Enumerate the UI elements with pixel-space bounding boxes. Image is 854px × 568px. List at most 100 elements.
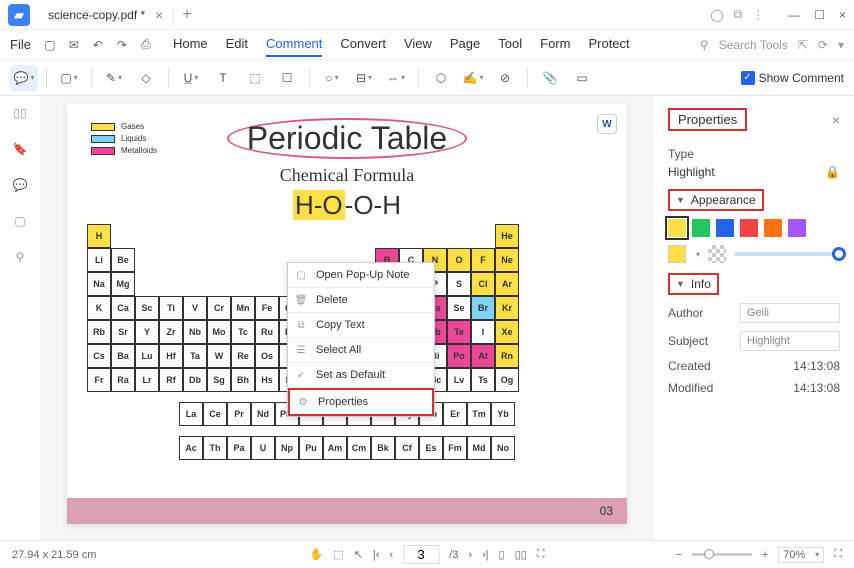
share-icon[interactable]: ⇱ [798,38,808,52]
element-Sg: Sg [207,368,231,392]
tab-home[interactable]: Home [173,32,208,57]
document-area[interactable]: W Gases Liquids Metalloids Periodic Tabl… [40,96,654,548]
page-input[interactable] [403,545,439,564]
copy-icon[interactable]: ⧉ [734,7,743,22]
tab-comment[interactable]: Comment [266,32,322,57]
cm-properties[interactable]: ⚙Properties [288,388,434,416]
close-window-icon[interactable]: × [839,8,846,22]
zoom-slider[interactable] [692,553,752,556]
chevron-down-icon[interactable]: ▾ [696,250,700,259]
shape-tool-icon[interactable]: ○▾ [318,65,346,91]
element-F: F [471,248,495,272]
select-tool-icon[interactable]: ⬚ [333,548,343,561]
first-page-icon[interactable]: |‹ [373,549,380,561]
element-Cf: Cf [395,436,419,460]
appearance-header[interactable]: ▼Appearance [668,189,764,211]
cm-select-all[interactable]: ☰Select All [288,338,434,363]
bookmark-icon[interactable]: 🔖 [13,142,28,156]
distance-tool-icon[interactable]: ⇔▾ [382,65,410,91]
attach-tool-icon[interactable]: 📎 [536,65,564,91]
fullscreen-icon[interactable]: ⛶ [834,548,842,561]
hand-tool-icon[interactable]: ✋ [310,548,324,561]
tab-convert[interactable]: Convert [340,32,386,57]
print-icon[interactable]: ⎙ [137,36,155,54]
color-purple[interactable] [788,219,806,237]
chevron-down-icon: ▼ [676,195,685,205]
note-tool-icon[interactable]: ▢▾ [55,65,83,91]
undo-icon[interactable]: ↶ [89,36,107,54]
cm-set-default[interactable]: ✓Set as Default [288,363,434,388]
document-tab[interactable]: science-copy.pdf * × [38,3,174,27]
underline-tool-icon[interactable]: U̲▾ [177,65,205,91]
prev-page-icon[interactable]: ‹ [389,549,393,561]
fit-width-icon[interactable]: ⛶ [537,548,545,561]
redo-icon[interactable]: ↷ [113,36,131,54]
close-tab-icon[interactable]: × [155,7,163,23]
pencil-tool-icon[interactable]: ✎▾ [100,65,128,91]
word-export-icon[interactable]: W [597,114,617,134]
save-icon[interactable]: ▢ [41,36,59,54]
textbox-tool-icon[interactable]: ⬚ [241,65,269,91]
color-orange[interactable] [764,219,782,237]
slider-thumb[interactable] [832,247,846,261]
minimize-icon[interactable]: — [788,8,800,22]
thumbnails-icon[interactable]: ▯▯ [13,106,26,120]
file-menu[interactable]: File [10,37,31,52]
close-panel-icon[interactable]: × [832,112,840,128]
kebab-icon[interactable]: ⋮ [752,8,764,22]
cm-delete[interactable]: 🗑Delete [288,288,434,313]
color-red[interactable] [740,219,758,237]
color-yellow[interactable] [668,219,686,237]
help-icon[interactable]: ▾ [838,38,844,52]
mail-icon[interactable]: ✉ [65,36,83,54]
continuous-view-icon[interactable]: ▯▯ [515,548,527,561]
cm-copy-text[interactable]: ⧉Copy Text [288,313,434,338]
transparency-icon[interactable] [708,245,726,263]
zoom-in-icon[interactable]: + [762,549,768,561]
eraser-tool-icon[interactable]: ◇ [132,65,160,91]
author-input[interactable] [740,303,840,323]
attachment-icon[interactable]: ▢ [14,214,25,228]
callout-tool-icon[interactable]: ☐ [273,65,301,91]
show-comment-toggle[interactable]: ✓ Show Comment [741,71,844,85]
zoom-select[interactable]: 70%▾ [778,547,824,563]
info-header[interactable]: ▼Info [668,273,719,295]
cm-open-popup[interactable]: ▢Open Pop-Up Note [288,263,434,288]
opacity-slider[interactable] [734,252,840,256]
zoom-out-icon[interactable]: − [675,549,681,561]
search-icon[interactable]: ⚲ [700,38,709,52]
arrow-tool-icon[interactable]: ↖ [354,548,363,561]
maximize-icon[interactable]: ☐ [814,8,825,22]
subject-input[interactable] [740,331,840,351]
tab-tool[interactable]: Tool [498,32,522,57]
lock-icon[interactable]: 🔒 [825,165,840,179]
color-green[interactable] [692,219,710,237]
link-tool-icon[interactable]: ⊘ [491,65,519,91]
cloud-icon[interactable]: ◯ [710,8,723,22]
tab-page[interactable]: Page [450,32,480,57]
search-panel-icon[interactable]: ⚲ [16,250,25,264]
tab-form[interactable]: Form [540,32,570,57]
text-tool-icon[interactable]: T [209,65,237,91]
add-tab-icon[interactable]: + [182,6,191,24]
tab-view[interactable]: View [404,32,432,57]
comment-tool-icon[interactable]: 💬▾ [10,65,38,91]
annotation-icon[interactable]: 💬 [13,178,28,192]
stamp-tool-icon[interactable]: ⬡ [427,65,455,91]
signature-tool-icon[interactable]: ✍▾ [459,65,487,91]
search-placeholder[interactable]: Search Tools [719,38,788,52]
tab-protect[interactable]: Protect [588,32,629,57]
element-Cs: Cs [87,344,111,368]
highlight-annotation[interactable]: H-O [293,190,345,220]
single-view-icon[interactable]: ▯ [499,548,505,561]
fill-preview[interactable] [668,245,686,263]
next-page-icon[interactable]: › [468,549,472,561]
element-Ne: Ne [495,248,519,272]
tab-edit[interactable]: Edit [226,32,248,57]
hide-tool-icon[interactable]: ▭ [568,65,596,91]
modified-label: Modified [668,381,713,395]
last-page-icon[interactable]: ›| [482,549,489,561]
measure-tool-icon[interactable]: ⊟▾ [350,65,378,91]
cloud-sync-icon[interactable]: ⟳ [818,38,828,52]
color-blue[interactable] [716,219,734,237]
